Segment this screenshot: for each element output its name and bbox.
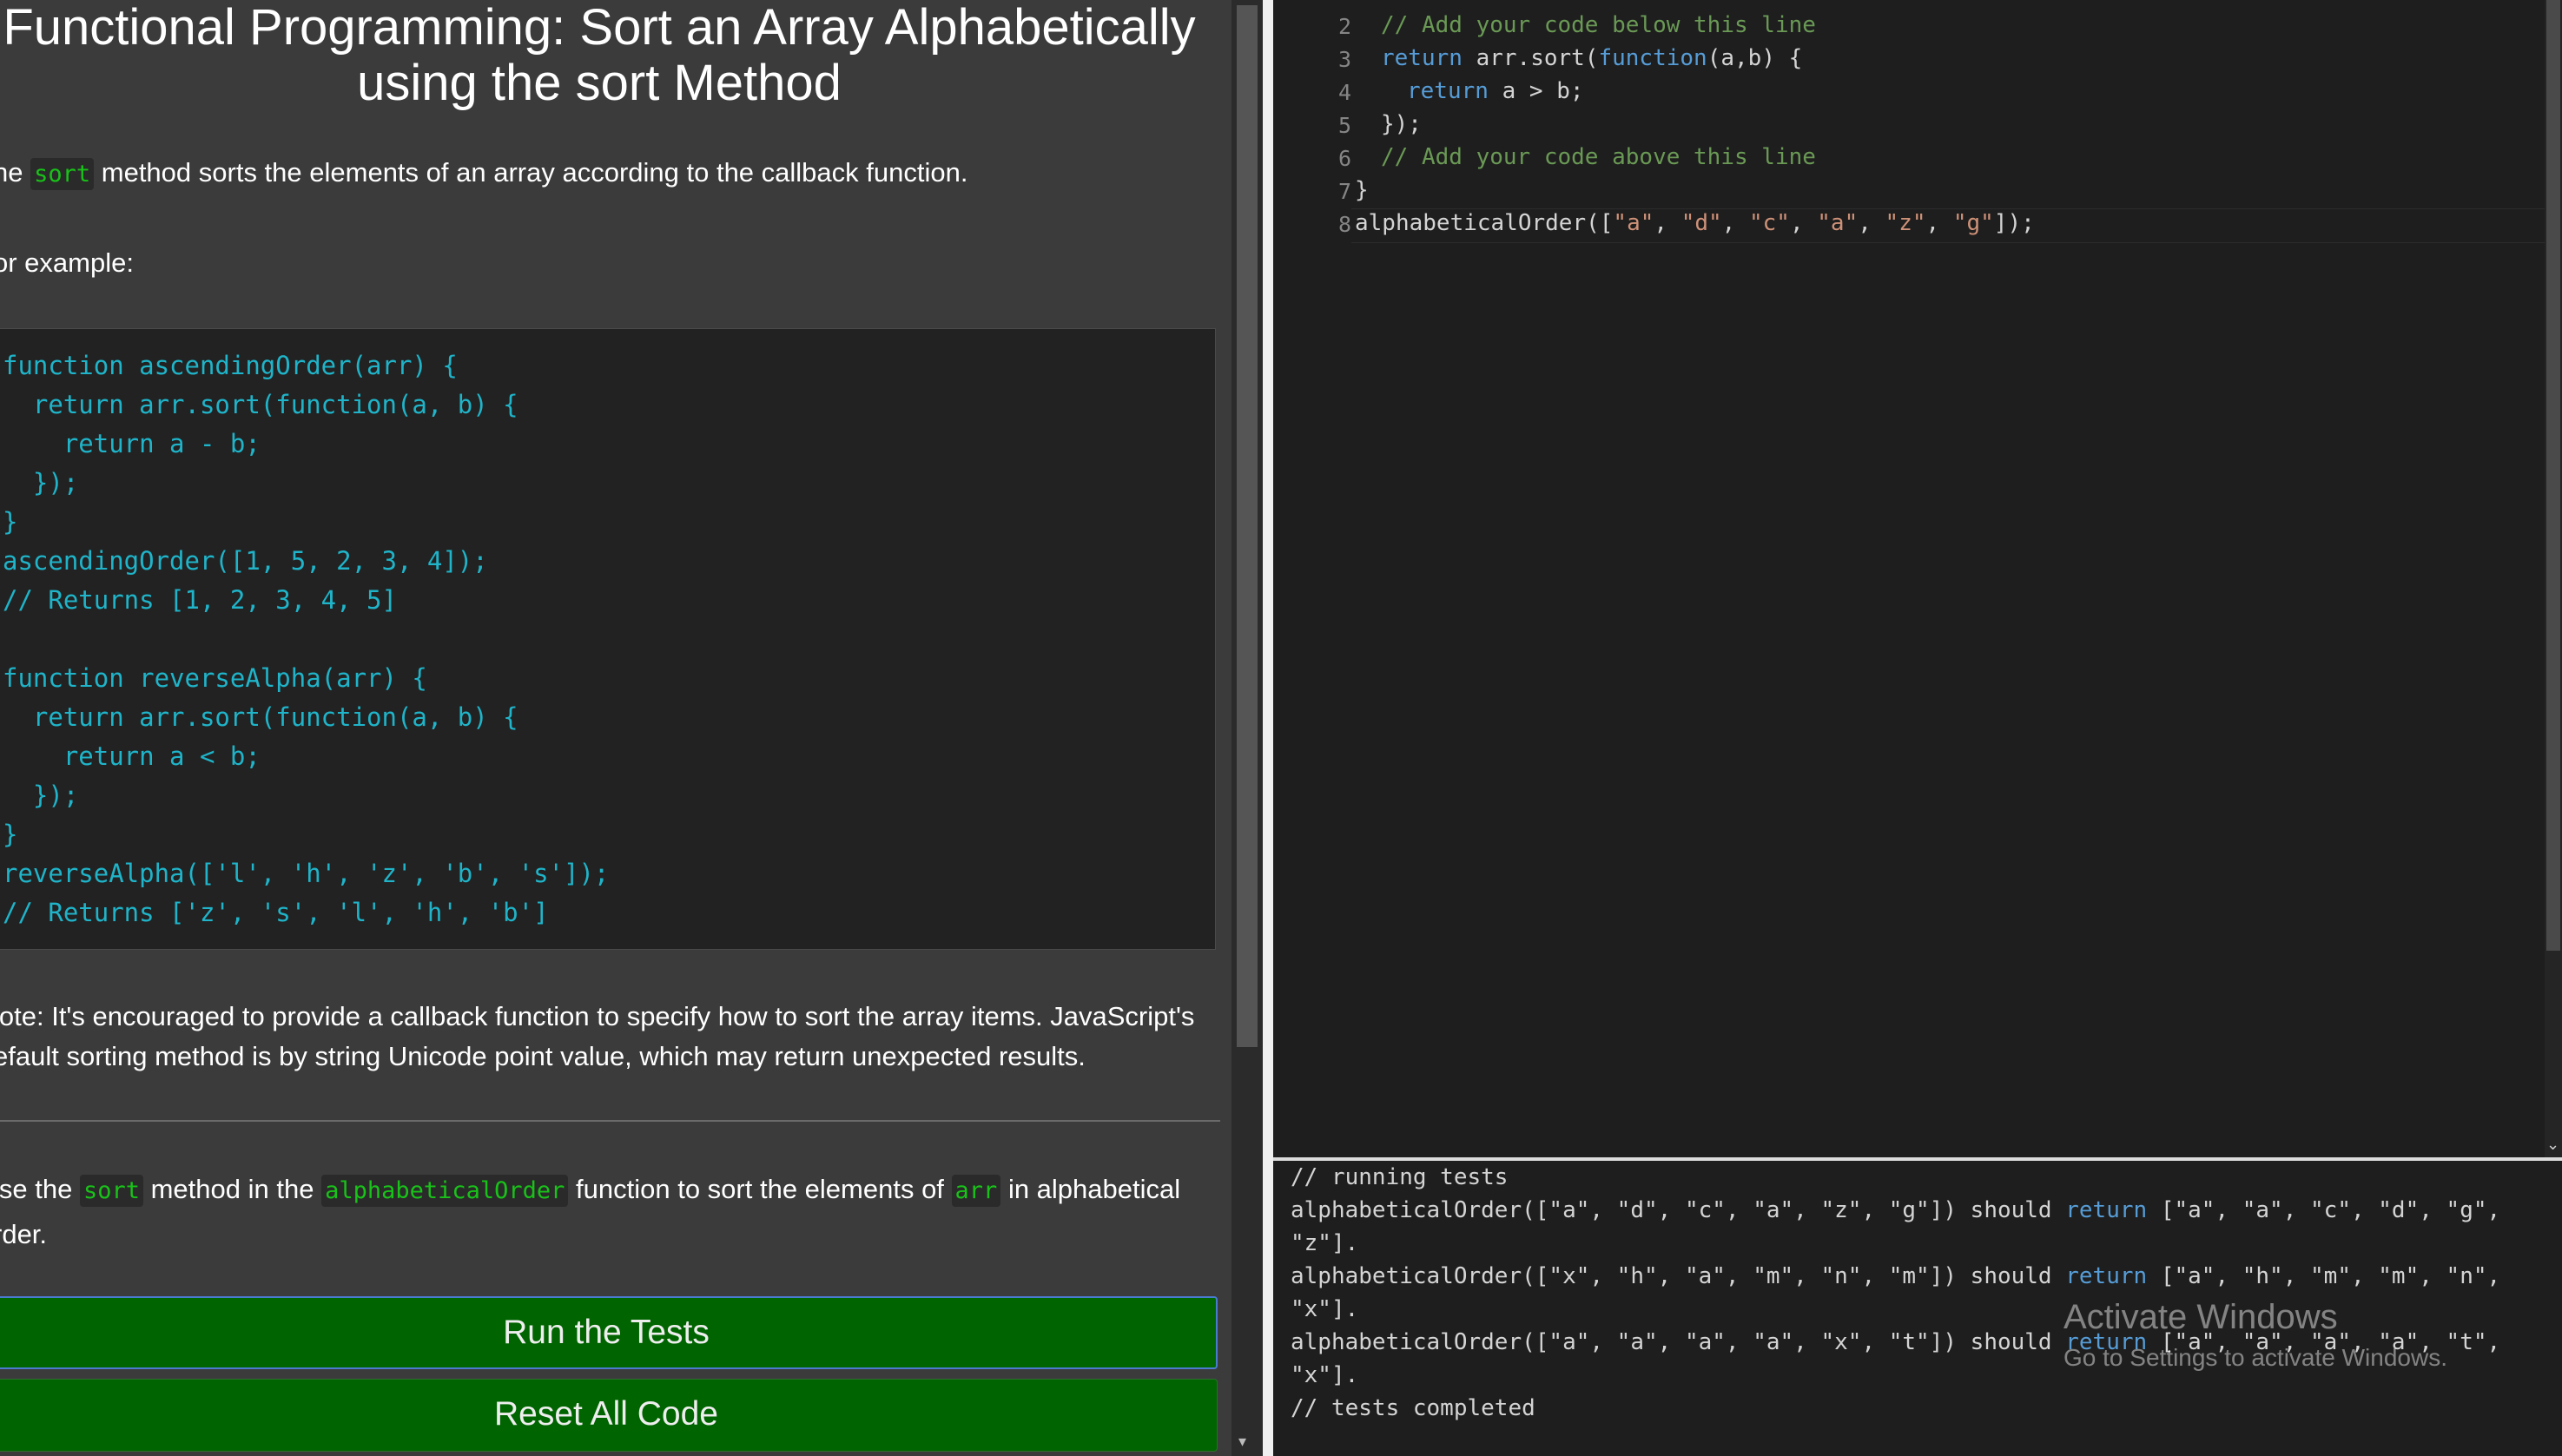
- code-text: a > b;: [1488, 78, 1584, 104]
- code-line: return arr.sort(function(a, b) {: [3, 390, 518, 419]
- inline-code-function-name: alphabeticalOrder: [321, 1175, 569, 1207]
- task-text-line-2: rder.: [0, 1219, 48, 1249]
- activate-windows-watermark: Activate Windows: [2063, 1298, 2338, 1336]
- task-text: lse the sort method in the alphabeticalO…: [0, 1168, 1209, 1256]
- task-text-c: function to sort the elements of: [568, 1174, 952, 1204]
- output-text: alphabeticalOrder(["a", "d", "c", "a", "…: [1291, 1197, 2066, 1223]
- output-text: ["a", "a", "c", "d", "g",: [2147, 1197, 2501, 1223]
- output-test-line: alphabeticalOrder(["x", "h", "a", "m", "…: [1291, 1263, 2500, 1289]
- note-text: lote: It's encouraged to provide a callb…: [0, 997, 1209, 1077]
- task-text-a: lse the: [0, 1174, 80, 1204]
- code-text: arr.sort(: [1462, 45, 1599, 71]
- instructions-scrollbar[interactable]: ▾: [1231, 0, 1263, 1456]
- output-completed: // tests completed: [1291, 1395, 1535, 1421]
- output-test-line: "x"].: [1291, 1296, 1359, 1322]
- task-text-d: in alphabetical: [1000, 1174, 1181, 1204]
- code-string: "d": [1680, 210, 1722, 236]
- output-test-line: alphabeticalOrder(["a", "d", "c", "a", "…: [1291, 1197, 2500, 1223]
- output-running: // running tests: [1291, 1164, 1509, 1190]
- for-example-text: or example:: [0, 247, 134, 278]
- output-text: alphabeticalOrder(["a", "a", "a", "a", "…: [1291, 1329, 2066, 1355]
- code-line: }: [1355, 177, 1369, 203]
- scrollbar-thumb[interactable]: [1237, 5, 1258, 1047]
- code-line: function reverseAlpha(arr) {: [3, 663, 427, 693]
- code-editor[interactable]: 2 3 4 5 6 7 8 // Add your code below thi…: [1273, 0, 2562, 1157]
- note-line-2: efault sorting method is by string Unico…: [0, 1041, 1086, 1071]
- code-string: "g": [1952, 210, 1994, 236]
- code-line: }: [3, 820, 18, 849]
- panel-splitter[interactable]: [1263, 0, 1273, 1456]
- scrollbar-thumb[interactable]: [2546, 0, 2560, 951]
- code-line: });: [3, 468, 79, 497]
- code-line: function ascendingOrder(arr) {: [3, 351, 458, 380]
- instructions-panel: Functional Programming: Sort an Array Al…: [0, 0, 1231, 1456]
- code-line: return a > b;: [1407, 78, 1584, 104]
- code-keyword: function: [1598, 45, 1707, 71]
- example-code-block: function ascendingOrder(arr) { return ar…: [0, 328, 1216, 950]
- inline-code-sort: sort: [30, 158, 95, 190]
- code-line: reverseAlpha(['l', 'h', 'z', 'b', 's']);: [3, 859, 610, 888]
- output-text: alphabeticalOrder(["x", "h", "a", "m", "…: [1291, 1263, 2066, 1289]
- code-line: return arr.sort(function(a, b) {: [3, 702, 518, 732]
- code-text: ]);: [1993, 210, 2035, 236]
- code-text: alphabeticalOrder([: [1355, 210, 1614, 236]
- code-string: "a": [1613, 210, 1654, 236]
- code-line: // Add your code below this line: [1381, 12, 1816, 38]
- code-line: return arr.sort(function(a,b) {: [1381, 45, 1802, 71]
- line-number: 7: [1337, 179, 1351, 204]
- code-text: (a,b) {: [1707, 45, 1803, 71]
- intro-text-a: he: [0, 157, 23, 188]
- code-comment: // Add your code above this line: [1381, 144, 1816, 170]
- intro-text: he sort method sorts the elements of an …: [0, 153, 1209, 194]
- code-line: ascendingOrder([1, 5, 2, 3, 4]);: [3, 546, 488, 576]
- scroll-down-arrow-icon[interactable]: ▾: [1238, 1433, 1246, 1451]
- line-number: 4: [1337, 80, 1351, 105]
- test-output-console: // running tests alphabeticalOrder(["a",…: [1273, 1161, 2562, 1456]
- line-number: 6: [1337, 146, 1351, 171]
- code-line: });: [1381, 111, 1422, 137]
- title-line-2: using the sort Method: [357, 55, 842, 111]
- output-test-line: "z"].: [1291, 1230, 1359, 1256]
- code-string: "c": [1748, 210, 1790, 236]
- line-number: 2: [1337, 14, 1351, 39]
- reset-code-button[interactable]: Reset All Code: [0, 1379, 1218, 1452]
- code-comment: // Add your code below this line: [1381, 12, 1816, 38]
- line-number: 8: [1337, 212, 1351, 237]
- inline-code-arr: arr: [951, 1175, 1001, 1207]
- output-keyword: return: [2065, 1197, 2148, 1223]
- output-keyword: return: [2065, 1263, 2148, 1289]
- code-line: });: [3, 781, 79, 810]
- intro-text-b: method sorts the elements of an array ac…: [94, 157, 968, 188]
- code-line: // Returns ['z', 's', 'l', 'h', 'b']: [3, 898, 549, 927]
- code-line: return a < b;: [3, 741, 261, 771]
- inline-code-sort: sort: [79, 1175, 143, 1207]
- note-line-1: lote: It's encouraged to provide a callb…: [0, 1001, 1195, 1031]
- code-keyword: return: [1407, 78, 1489, 104]
- code-line: // Add your code above this line: [1381, 144, 1816, 170]
- code-line: // Returns [1, 2, 3, 4, 5]: [3, 585, 397, 615]
- code-line: }: [3, 507, 18, 537]
- page-title: Functional Programming: Sort an Array Al…: [0, 0, 1198, 111]
- title-line-1: Functional Programming: Sort an Array Al…: [3, 0, 1196, 56]
- output-test-line: "x"].: [1291, 1362, 1359, 1388]
- code-line: return a - b;: [3, 429, 261, 458]
- line-number: 3: [1337, 47, 1351, 72]
- task-text-b: method in the: [142, 1174, 322, 1204]
- run-tests-button[interactable]: Run the Tests: [0, 1296, 1218, 1369]
- code-keyword: return: [1381, 45, 1463, 71]
- code-string: "a": [1817, 210, 1859, 236]
- line-number: 5: [1337, 113, 1351, 138]
- code-line: alphabeticalOrder(["a", "d", "c", "a", "…: [1355, 210, 2035, 236]
- scroll-down-arrow-icon[interactable]: ⌄: [2546, 1136, 2559, 1154]
- activate-windows-subtext: Go to Settings to activate Windows.: [2063, 1344, 2447, 1371]
- divider: [0, 1120, 1220, 1122]
- editor-scrollbar[interactable]: ⌄: [2545, 0, 2562, 1157]
- output-text: ["a", "h", "m", "m", "n",: [2147, 1263, 2501, 1289]
- code-string: "z": [1885, 210, 1926, 236]
